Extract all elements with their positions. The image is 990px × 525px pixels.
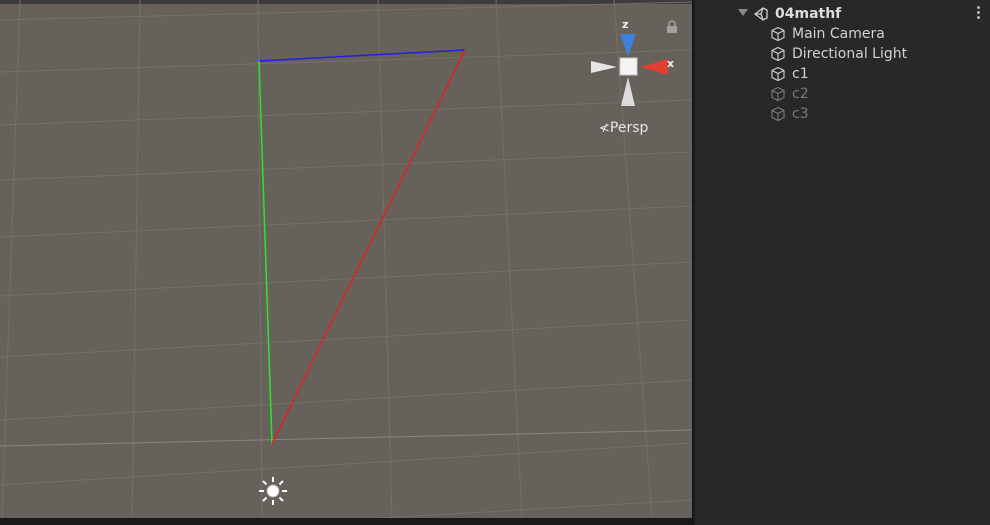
projection-toggle[interactable]: ≮Persp: [599, 120, 648, 136]
unity-scene-icon: [753, 7, 768, 21]
scene-view[interactable]: z x ≮Persp: [0, 0, 692, 518]
gameobject-cube-icon: [771, 46, 785, 62]
hierarchy-item[interactable]: c3: [770, 104, 809, 124]
gameobject-cube-icon: [771, 66, 785, 82]
lock-icon[interactable]: [667, 20, 677, 33]
hierarchy-item-label: Main Camera: [792, 26, 885, 42]
gizmo-neg-x-cone[interactable]: [591, 61, 617, 73]
kebab-menu-icon[interactable]: [977, 6, 981, 20]
gameobject-cube-icon: [771, 26, 785, 42]
scene-name: 04mathf: [775, 6, 842, 22]
hierarchy-item[interactable]: c1: [770, 64, 809, 84]
hierarchy-panel[interactable]: 04mathf Main Camera Directional Light c1…: [695, 0, 990, 525]
hierarchy-item[interactable]: Main Camera: [770, 24, 885, 44]
directional-light-icon[interactable]: [259, 477, 287, 505]
red-line: [271, 49, 466, 445]
gizmo-x-label: x: [667, 57, 675, 70]
chevron-left-icon: ≮: [599, 121, 610, 136]
projection-label: Persp: [609, 120, 649, 136]
gizmo-z-label: z: [622, 18, 629, 31]
scene-grid: [0, 0, 692, 518]
gameobject-cube-icon: [771, 86, 785, 102]
blue-line: [258, 49, 466, 62]
gameobject-cube-icon: [771, 106, 785, 122]
orientation-gizmo[interactable]: [591, 34, 668, 106]
hierarchy-item-label: c2: [792, 86, 809, 102]
hierarchy-item[interactable]: Directional Light: [770, 44, 907, 64]
grid-horizon-line: [0, 429, 692, 447]
scene-canvas[interactable]: [0, 0, 692, 518]
hierarchy-item-label: c1: [792, 66, 809, 82]
hierarchy-item-label: c3: [792, 106, 809, 122]
gizmo-x-cone[interactable]: [640, 59, 668, 75]
hierarchy-scene-row[interactable]: 04mathf: [753, 4, 841, 24]
gizmo-y-cone[interactable]: [621, 77, 635, 106]
fold-arrow-icon[interactable]: [738, 9, 748, 16]
gizmo-center-cube[interactable]: [619, 57, 638, 76]
hierarchy-item-label: Directional Light: [792, 46, 908, 62]
hierarchy-item[interactable]: c2: [770, 84, 809, 104]
scene-bottom-bar: [0, 518, 692, 525]
